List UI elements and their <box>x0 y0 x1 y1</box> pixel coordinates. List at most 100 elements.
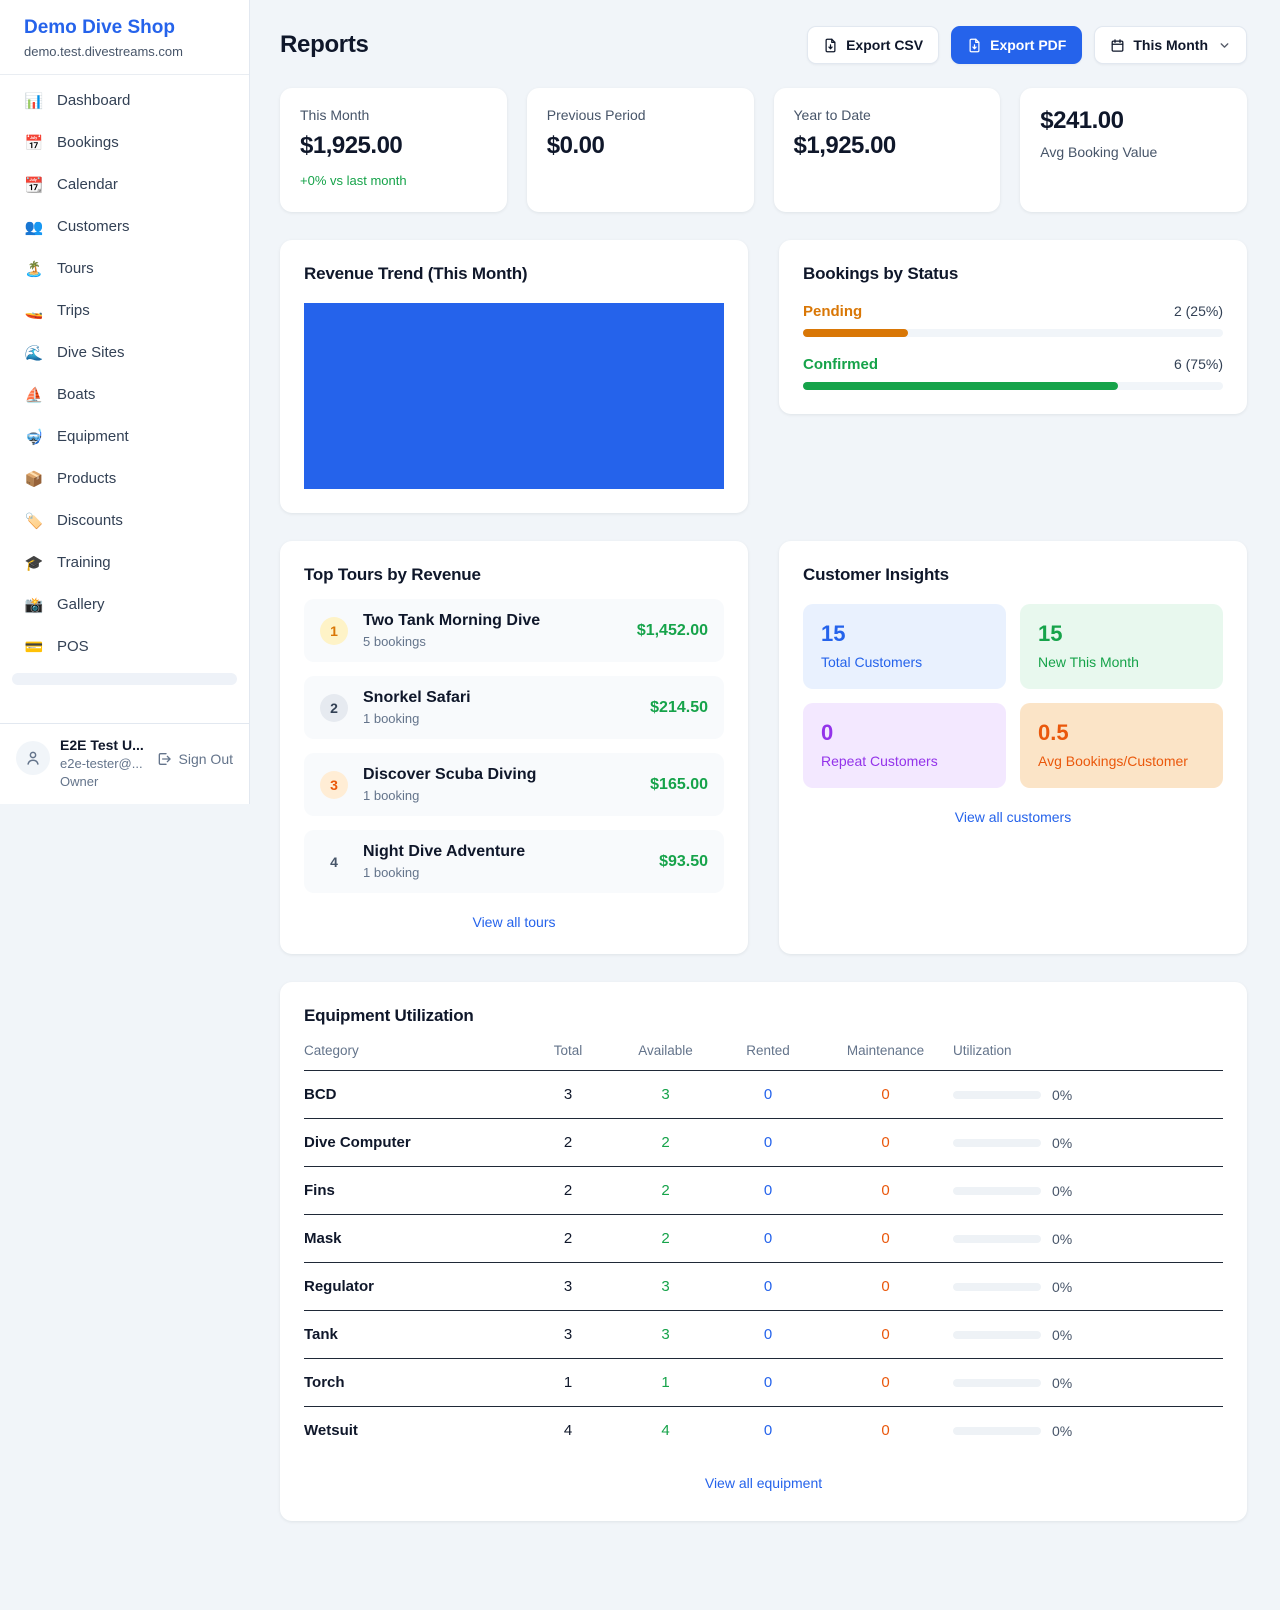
cell-total: 2 <box>523 1119 613 1167</box>
stats-row: This Month $1,925.00 +0% vs last month P… <box>280 88 1247 212</box>
customer-insights-card: Customer Insights 15 Total Customers 15 … <box>779 541 1247 954</box>
cell-available: 2 <box>613 1119 718 1167</box>
sidebar-item-dashboard[interactable]: 📊 Dashboard <box>12 85 237 117</box>
sign-out-label: Sign Out <box>179 751 233 767</box>
sign-out-button[interactable]: Sign Out <box>156 751 233 767</box>
main-content: Reports Export CSV Export PDF This Month… <box>250 0 1280 1521</box>
card-title: Equipment Utilization <box>304 1006 1223 1026</box>
logout-icon <box>156 751 172 767</box>
cell-rented: 0 <box>718 1071 818 1119</box>
cell-utilization: 0% <box>953 1071 1223 1119</box>
top-tours-card: Top Tours by Revenue 1 Two Tank Morning … <box>280 541 748 954</box>
table-row: Wetsuit 4 4 0 0 0% <box>304 1407 1223 1455</box>
table-row: Mask 2 2 0 0 0% <box>304 1215 1223 1263</box>
sidebar-item-partial-active[interactable] <box>12 673 237 685</box>
cell-maintenance: 0 <box>818 1215 953 1263</box>
calendar-icon <box>1110 38 1125 53</box>
sidebar-item-equipment[interactable]: 🤿 Equipment <box>12 421 237 453</box>
tag-icon: 🏷️ <box>24 514 44 529</box>
export-csv-button[interactable]: Export CSV <box>807 26 939 64</box>
utilization-bar <box>953 1235 1041 1243</box>
sailboat-icon: ⛵ <box>24 388 44 403</box>
sidebar-item-pos[interactable]: 💳 POS <box>12 631 237 663</box>
sidebar-item-customers[interactable]: 👥 Customers <box>12 211 237 243</box>
status-value: 2 (25%) <box>1174 303 1223 319</box>
card-title: Revenue Trend (This Month) <box>304 264 724 284</box>
cell-category: Dive Computer <box>304 1119 523 1167</box>
insight-grid: 15 Total Customers 15 New This Month 0 R… <box>803 604 1223 788</box>
stat-value: $1,925.00 <box>794 132 981 160</box>
stat-card-year-to-date: Year to Date $1,925.00 <box>774 88 1001 212</box>
sidebar-item-training[interactable]: 🎓 Training <box>12 547 237 579</box>
rank-badge: 1 <box>320 617 348 645</box>
utilization-bar <box>953 1139 1041 1147</box>
sidebar-item-dive-sites[interactable]: 🌊 Dive Sites <box>12 337 237 369</box>
sidebar-item-label: Gallery <box>57 596 105 614</box>
utilization-percent: 0% <box>1052 1135 1072 1151</box>
sidebar-item-discounts[interactable]: 🏷️ Discounts <box>12 505 237 537</box>
avatar <box>16 741 50 775</box>
tile-label: Total Customers <box>821 654 988 670</box>
column-header-available: Available <box>613 1043 718 1071</box>
sidebar-item-products[interactable]: 📦 Products <box>12 463 237 495</box>
sidebar-item-label: Tours <box>57 260 94 278</box>
stat-card-previous-period: Previous Period $0.00 <box>527 88 754 212</box>
tile-label: Avg Bookings/Customer <box>1038 753 1205 769</box>
person-icon <box>24 749 42 767</box>
export-pdf-button[interactable]: Export PDF <box>951 26 1082 64</box>
sidebar-item-tours[interactable]: 🏝️ Tours <box>12 253 237 285</box>
sidebar-item-calendar[interactable]: 📆 Calendar <box>12 169 237 201</box>
cell-category: Wetsuit <box>304 1407 523 1455</box>
view-all-tours-link[interactable]: View all tours <box>304 914 724 930</box>
tour-bookings: 1 booking <box>363 788 635 803</box>
status-row-pending: Pending 2 (25%) <box>803 303 1223 337</box>
stat-delta: +0% vs last month <box>300 173 487 188</box>
header-actions: Export CSV Export PDF This Month <box>807 26 1247 64</box>
period-dropdown[interactable]: This Month <box>1094 26 1247 64</box>
shop-domain: demo.test.divestreams.com <box>24 44 225 59</box>
tour-revenue: $214.50 <box>650 699 708 717</box>
bookings-by-status-card: Bookings by Status Pending 2 (25%) Confi… <box>779 240 1247 414</box>
sidebar-item-gallery[interactable]: 📸 Gallery <box>12 589 237 621</box>
wave-icon: 🌊 <box>24 346 44 361</box>
cell-maintenance: 0 <box>818 1407 953 1455</box>
insight-tile-repeat-customers: 0 Repeat Customers <box>803 703 1006 788</box>
cell-utilization: 0% <box>953 1263 1223 1311</box>
sidebar-item-label: POS <box>57 638 89 656</box>
tour-name: Night Dive Adventure <box>363 843 644 861</box>
cell-rented: 0 <box>718 1215 818 1263</box>
utilization-percent: 0% <box>1052 1279 1072 1295</box>
insights-row: Top Tours by Revenue 1 Two Tank Morning … <box>280 541 1247 954</box>
export-pdf-label: Export PDF <box>990 36 1066 54</box>
sidebar: Demo Dive Shop demo.test.divestreams.com… <box>0 0 250 804</box>
status-row-confirmed: Confirmed 6 (75%) <box>803 356 1223 390</box>
sidebar-item-bookings[interactable]: 📅 Bookings <box>12 127 237 159</box>
table-row: Dive Computer 2 2 0 0 0% <box>304 1119 1223 1167</box>
period-label: This Month <box>1133 36 1208 54</box>
tour-name: Two Tank Morning Dive <box>363 612 622 630</box>
sidebar-item-trips[interactable]: 🚤 Trips <box>12 295 237 327</box>
page-title: Reports <box>280 31 369 59</box>
table-row: Tank 3 3 0 0 0% <box>304 1311 1223 1359</box>
tour-list-item: 4 Night Dive Adventure 1 booking $93.50 <box>304 830 724 893</box>
stat-value: $0.00 <box>547 132 734 160</box>
cell-rented: 0 <box>718 1359 818 1407</box>
utilization-bar <box>953 1427 1041 1435</box>
sidebar-nav: 📊 Dashboard 📅 Bookings 📆 Calendar 👥 Cust… <box>0 75 249 723</box>
cell-utilization: 0% <box>953 1215 1223 1263</box>
column-header-rented: Rented <box>718 1043 818 1071</box>
cell-available: 3 <box>613 1263 718 1311</box>
card-title: Top Tours by Revenue <box>304 565 724 585</box>
equipment-utilization-card: Equipment Utilization Category Total Ava… <box>280 982 1247 1521</box>
sidebar-item-boats[interactable]: ⛵ Boats <box>12 379 237 411</box>
credit-card-icon: 💳 <box>24 640 44 655</box>
view-all-equipment-link[interactable]: View all equipment <box>304 1475 1223 1491</box>
sidebar-item-label: Training <box>57 554 111 572</box>
view-all-customers-link[interactable]: View all customers <box>803 809 1223 825</box>
tour-name: Snorkel Safari <box>363 689 635 707</box>
progress-track <box>803 382 1223 390</box>
cell-total: 2 <box>523 1167 613 1215</box>
sidebar-item-label: Bookings <box>57 134 119 152</box>
user-role: Owner <box>60 774 144 789</box>
column-header-total: Total <box>523 1043 613 1071</box>
